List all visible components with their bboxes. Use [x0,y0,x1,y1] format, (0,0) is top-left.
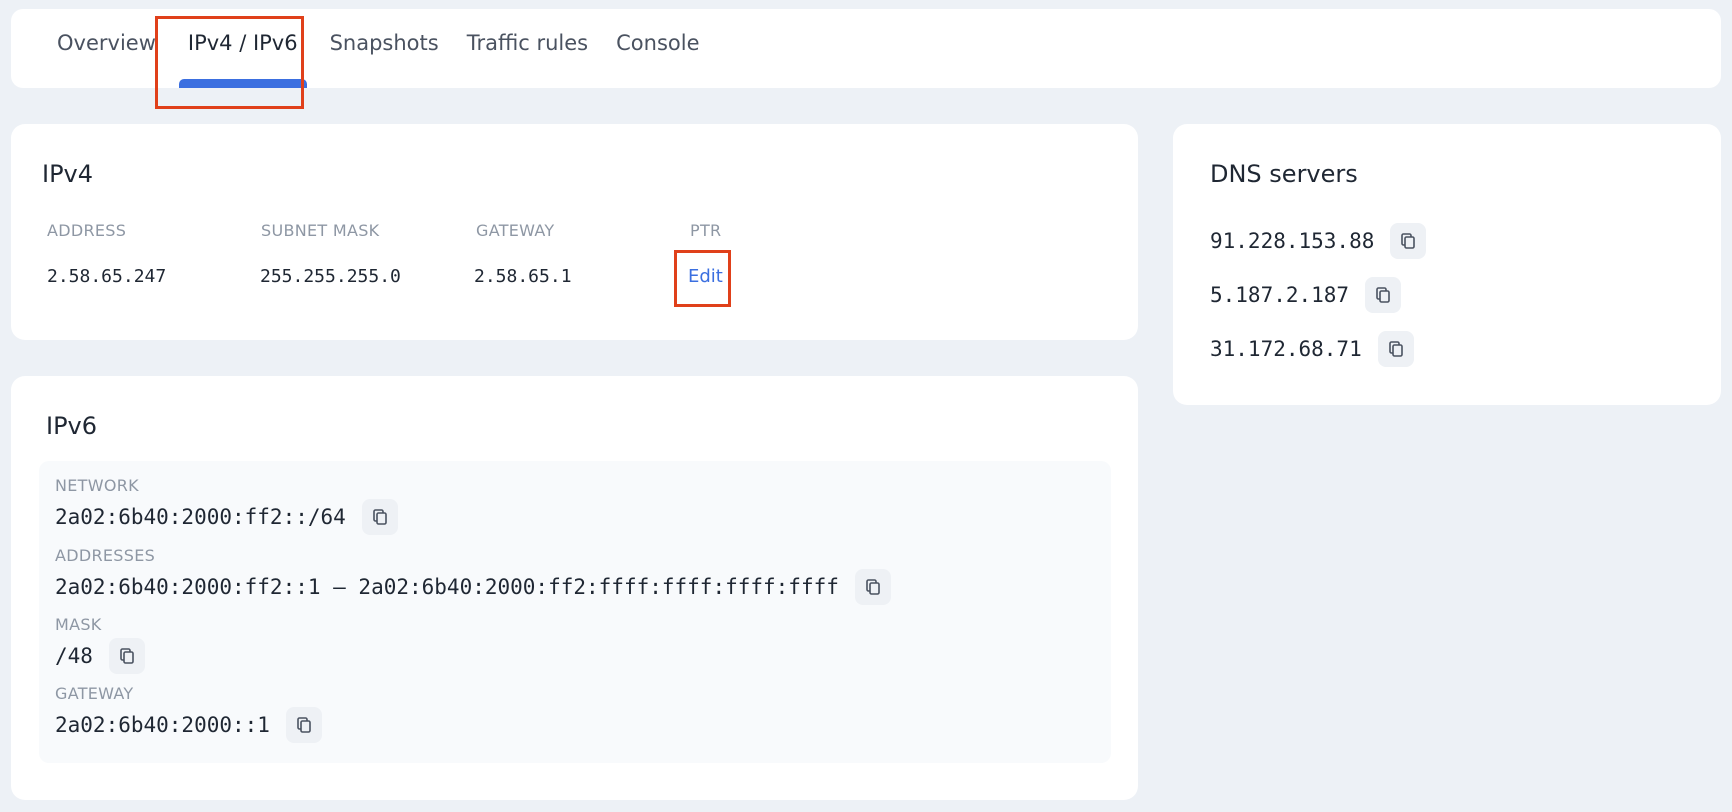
ipv6-mask-row: /48 [55,638,145,674]
ipv4-header-subnet: SUBNET MASK [261,221,380,240]
tab-overview[interactable]: Overview [43,9,170,88]
dns-server-value: 5.187.2.187 [1210,283,1350,307]
copy-icon [1401,233,1416,249]
ipv6-gateway-label: GATEWAY [55,684,134,703]
ipv6-network-row: 2a02:6b40:2000:ff2::/64 [55,499,398,535]
ipv6-network-label: NETWORK [55,476,139,495]
ipv6-details: NETWORK 2a02:6b40:2000:ff2::/64 ADDRESSE… [39,461,1111,763]
copy-icon [1376,287,1390,303]
ipv4-address-value: 2.58.65.247 [47,266,167,287]
ipv4-title: IPv4 [42,160,94,188]
copy-icon [372,509,387,525]
tab-snapshots[interactable]: Snapshots [316,9,453,88]
ipv4-header-gateway: GATEWAY [476,221,555,240]
tab-traffic-rules[interactable]: Traffic rules [453,9,602,88]
copy-dns-button[interactable] [1377,331,1414,367]
ipv4-header-ptr: PTR [690,221,722,240]
dns-server-row: 5.187.2.187 [1210,277,1402,313]
copy-icon [1388,341,1403,357]
dns-server-row: 31.172.68.71 [1210,331,1414,367]
ipv4-gateway-value: 2.58.65.1 [474,266,572,287]
ipv6-mask-label: MASK [55,615,102,634]
ipv6-network-value: 2a02:6b40:2000:ff2::/64 [55,505,346,529]
copy-icon [866,579,880,595]
copy-dns-button[interactable] [1390,223,1427,259]
copy-dns-button[interactable] [1365,277,1402,313]
ipv4-card: IPv4 ADDRESS SUBNET MASK GATEWAY PTR 2.5… [11,124,1138,340]
copy-gateway-button[interactable] [285,707,322,743]
dns-card: DNS servers 91.228.153.88 5.187.2.187 31… [1173,124,1721,405]
copy-network-button[interactable] [361,499,398,535]
ipv6-title: IPv6 [46,412,98,440]
dns-server-value: 31.172.68.71 [1210,337,1362,361]
copy-addresses-button[interactable] [854,569,891,605]
copy-icon [297,717,311,733]
ipv6-addresses-value: 2a02:6b40:2000:ff2::1 – 2a02:6b40:2000:f… [55,575,839,599]
dns-title: DNS servers [1210,160,1358,188]
ipv6-mask-value: /48 [55,644,93,668]
tab-bar: Overview IPv4 / IPv6 Snapshots Traffic r… [11,9,1721,88]
ipv6-card: IPv6 NETWORK 2a02:6b40:2000:ff2::/64 ADD… [11,376,1138,800]
dns-server-value: 91.228.153.88 [1210,229,1375,253]
copy-icon [120,648,134,664]
ipv4-subnet-value: 255.255.255.0 [260,266,401,287]
ptr-edit-link[interactable]: Edit [688,266,723,287]
copy-mask-button[interactable] [108,638,145,674]
ipv6-addresses-label: ADDRESSES [55,546,156,565]
dns-server-row: 91.228.153.88 [1210,223,1427,259]
ipv6-gateway-value: 2a02:6b40:2000::1 [55,713,270,737]
ipv6-gateway-row: 2a02:6b40:2000::1 [55,707,322,743]
tab-ipv4-ipv6[interactable]: IPv4 / IPv6 [170,9,316,88]
tab-console[interactable]: Console [602,9,713,88]
ipv6-addresses-row: 2a02:6b40:2000:ff2::1 – 2a02:6b40:2000:f… [55,569,891,605]
ipv4-header-address: ADDRESS [47,221,127,240]
